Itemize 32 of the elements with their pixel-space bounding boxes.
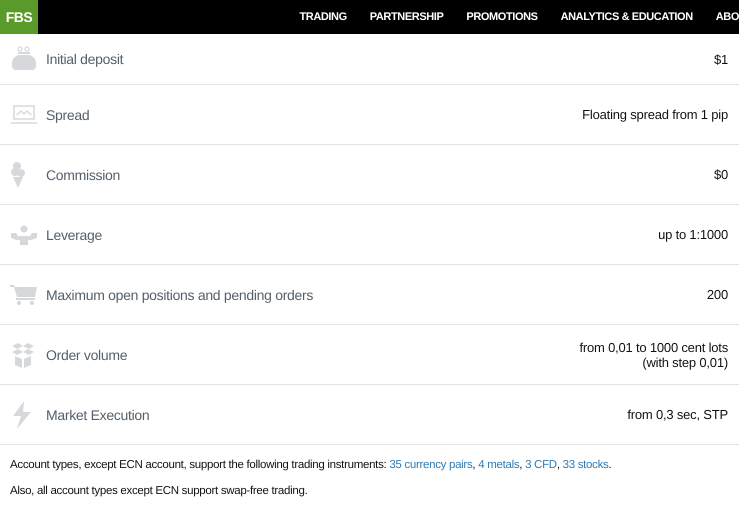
- row-value: from 0,01 to 1000 cent lots (with step 0,01): [579, 340, 728, 370]
- instrument-link[interactable]: 35 currency pairs: [389, 459, 472, 471]
- nav-link[interactable]: PARTNERSHIP: [370, 11, 444, 23]
- nav-link[interactable]: ANALYTICS & EDUCATION: [560, 11, 693, 23]
- row-label: Maximum open positions and pending orders: [46, 286, 314, 302]
- row-value: from 0,3 sec, STP: [627, 407, 728, 422]
- lightning-icon: [10, 400, 32, 428]
- row-label: Commission: [46, 166, 122, 182]
- row-label: Market Execution: [46, 406, 150, 422]
- ice-cream-icon: [10, 160, 26, 188]
- open-box-icon: [10, 342, 36, 368]
- strongman-icon: [10, 224, 38, 244]
- shopping-cart-icon: [10, 284, 38, 306]
- instrument-link[interactable]: 3 CFD: [525, 459, 557, 471]
- row-label: Order volume: [46, 346, 128, 362]
- laptop-icon: [10, 104, 38, 124]
- row-value: up to 1:1000: [658, 227, 728, 242]
- row-value: $1: [714, 52, 728, 66]
- row-label: Initial deposit: [46, 51, 124, 67]
- note-paragraph: Account types, except ECN account, support the following trading instruments: 35 currency pairs, 4 metals, 3 CFD, 33 stocks.: [10, 458, 612, 473]
- row-value: Floating spread from 1 pip: [582, 107, 728, 122]
- row-label: Spread: [46, 106, 90, 122]
- nav-link[interactable]: TRADING: [299, 11, 347, 23]
- purse-icon: [10, 46, 38, 72]
- note-paragraph: Also, all account types except ECN support swap-free trading.: [10, 484, 308, 499]
- instrument-link[interactable]: 4 metals: [478, 459, 520, 471]
- row-value: 200: [706, 287, 728, 302]
- nav-link[interactable]: ABO: [716, 11, 739, 23]
- instrument-link[interactable]: 33 stocks: [562, 459, 608, 471]
- row-label: Leverage: [46, 226, 103, 242]
- row-value: $0: [714, 167, 728, 182]
- nav-link[interactable]: PROMOTIONS: [466, 11, 538, 23]
